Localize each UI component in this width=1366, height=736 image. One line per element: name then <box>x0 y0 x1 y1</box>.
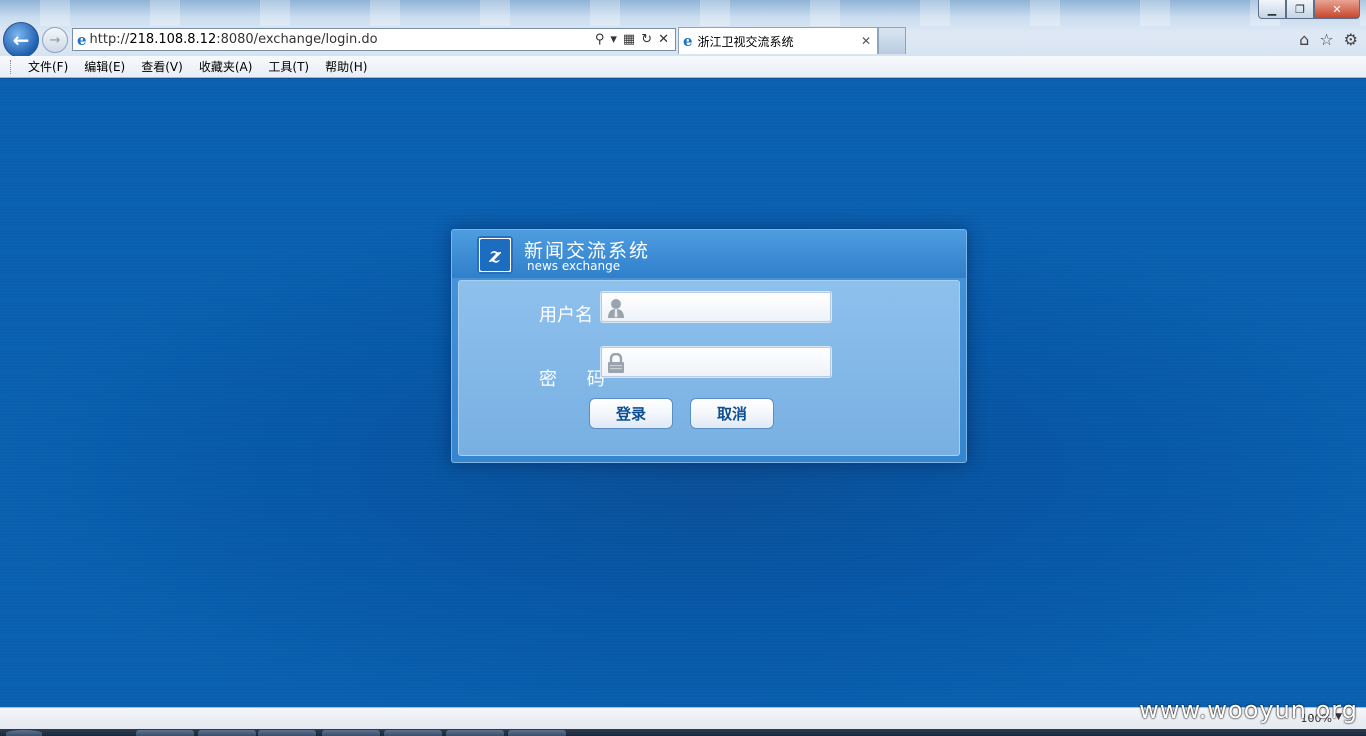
menu-edit[interactable]: 编辑(E) <box>76 58 133 75</box>
gear-icon[interactable]: ⚙ <box>1344 30 1358 49</box>
url-path: :8080/exchange/login.do <box>216 32 378 47</box>
tab-close-icon[interactable]: ✕ <box>861 34 871 48</box>
password-input[interactable] <box>630 350 830 376</box>
username-field[interactable] <box>601 292 831 322</box>
tab-active[interactable]: e 浙江卫视交流系统 ✕ <box>678 27 878 54</box>
user-icon <box>608 299 624 318</box>
system-subtitle: news exchange <box>527 259 621 273</box>
lock-icon <box>608 353 624 373</box>
browser-right-icons: ⌂ ☆ ⚙ <box>1299 30 1358 49</box>
arrow-left-icon: ← <box>12 28 30 52</box>
address-bar[interactable]: e http://218.108.8.12:8080/exchange/logi… <box>72 28 676 51</box>
login-button[interactable]: 登录 <box>589 398 673 429</box>
start-button[interactable] <box>6 730 42 736</box>
refresh-icon[interactable]: ↻ <box>641 32 652 47</box>
url-protocol: http:// <box>89 32 130 47</box>
taskbar-item[interactable] <box>136 730 194 736</box>
logo-mark-icon: z <box>480 239 510 271</box>
restore-button[interactable]: ❐ <box>1286 0 1314 19</box>
search-icon[interactable]: ⚲ <box>595 32 605 47</box>
login-panel: z 新闻交流系统 news exchange 用户名 密 码 登录 取消 <box>451 229 967 463</box>
cancel-button[interactable]: 取消 <box>690 398 774 429</box>
password-field[interactable] <box>601 347 831 377</box>
taskbar-item[interactable] <box>198 730 256 736</box>
menu-tools[interactable]: 工具(T) <box>260 58 317 75</box>
taskbar-item[interactable] <box>322 730 380 736</box>
window-controls: ▁ ❐ ✕ <box>1258 0 1360 19</box>
page-content: z 新闻交流系统 news exchange 用户名 密 码 登录 取消 <box>0 79 1366 707</box>
forward-button[interactable]: → <box>42 27 68 53</box>
home-icon[interactable]: ⌂ <box>1299 30 1309 49</box>
taskbar-item[interactable] <box>258 730 316 736</box>
menu-favorites[interactable]: 收藏夹(A) <box>191 58 261 75</box>
taskbar-item[interactable] <box>384 730 442 736</box>
browser-title-bar: ▁ ❐ ✕ ← → e http://218.108.8.12:8080/exc… <box>0 0 1366 58</box>
login-form: 用户名 密 码 登录 取消 <box>458 280 960 456</box>
arrow-right-icon: → <box>49 32 61 48</box>
ie-page-icon: e <box>77 30 87 49</box>
tab-title: 浙江卫视交流系统 <box>697 34 794 49</box>
minimize-button[interactable]: ▁ <box>1258 0 1286 19</box>
dropdown-icon[interactable]: ▾ <box>610 32 617 47</box>
ie-tab-icon: e <box>683 32 693 50</box>
address-url[interactable]: http://218.108.8.12:8080/exchange/login.… <box>90 32 378 47</box>
taskbar-item[interactable] <box>508 730 566 736</box>
menu-view[interactable]: 查看(V) <box>133 58 191 75</box>
url-host: 218.108.8.12 <box>129 32 217 47</box>
status-bar: www.wooyun.org 100% ▼ <box>0 696 1366 730</box>
new-tab-button[interactable] <box>878 27 906 54</box>
menu-grip <box>10 59 14 74</box>
stop-icon[interactable]: ✕ <box>658 32 669 47</box>
login-panel-header: z 新闻交流系统 news exchange <box>452 230 966 278</box>
address-tools: ⚲ ▾ ▦ ↻ ✕ <box>595 32 675 47</box>
taskbar-item[interactable] <box>446 730 504 736</box>
favorites-star-icon[interactable]: ☆ <box>1319 30 1333 49</box>
username-label: 用户名 <box>539 305 593 326</box>
back-button[interactable]: ← <box>3 22 39 58</box>
menu-file[interactable]: 文件(F) <box>20 58 76 75</box>
watermark: www.wooyun.org <box>1139 696 1358 724</box>
logo: z <box>477 236 513 274</box>
compatibility-icon[interactable]: ▦ <box>623 32 635 47</box>
close-window-button[interactable]: ✕ <box>1314 0 1360 19</box>
menu-bar: 文件(F) 编辑(E) 查看(V) 收藏夹(A) 工具(T) 帮助(H) <box>0 56 1366 78</box>
menu-help[interactable]: 帮助(H) <box>317 58 375 75</box>
username-input[interactable] <box>630 295 830 321</box>
taskbar <box>0 729 1366 736</box>
